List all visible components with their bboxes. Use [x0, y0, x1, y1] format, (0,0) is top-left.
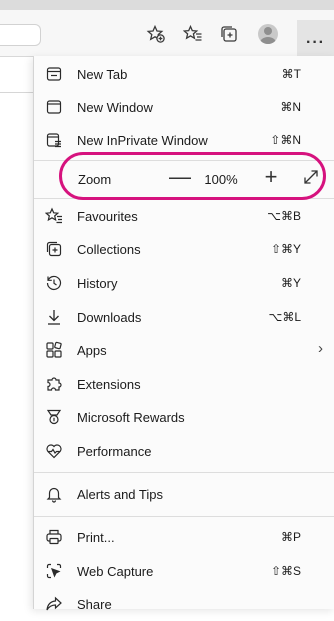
shortcut-label: ⌘T	[281, 67, 301, 81]
menu-item-label: Microsoft Rewards	[77, 410, 185, 425]
menu-item-label: New InPrivate Window	[77, 133, 208, 148]
shortcut-label: ⌘Y	[280, 276, 301, 290]
menu-item-label: Extensions	[77, 377, 141, 392]
menu-item-new-window[interactable]: New Window ⌘N	[34, 91, 334, 124]
performance-icon	[44, 441, 64, 461]
menu-item-microsoft-rewards[interactable]: Microsoft Rewards	[34, 401, 334, 434]
menu-item-favourites[interactable]: Favourites ⌥⌘B	[34, 200, 334, 233]
settings-menu: New Tab ⌘T New Window ⌘N New InPrivate W…	[33, 56, 334, 612]
menu-item-label: Print...	[77, 530, 115, 545]
window-top-band	[0, 0, 334, 10]
menu-item-extensions[interactable]: Extensions	[34, 368, 334, 401]
menu-item-performance[interactable]: Performance	[34, 435, 334, 468]
fullscreen-icon[interactable]	[299, 165, 323, 189]
menu-divider	[34, 198, 334, 199]
menu-item-label: Downloads	[77, 310, 142, 325]
share-icon	[44, 594, 64, 614]
chevron-right-icon: ›	[318, 340, 323, 357]
apps-icon	[44, 340, 64, 360]
menu-item-label: Favourites	[77, 209, 138, 224]
menu-item-apps[interactable]: Apps ›	[34, 334, 334, 367]
favourites-icon	[44, 206, 64, 226]
menu-divider	[34, 472, 334, 473]
shortcut-label: ⌥⌘B	[267, 209, 301, 223]
menu-item-downloads[interactable]: Downloads ⌥⌘L	[34, 301, 334, 334]
menu-item-label: Web Capture	[77, 564, 154, 579]
web-capture-icon	[44, 561, 64, 581]
menu-item-collections[interactable]: Collections ⇧⌘Y	[34, 233, 334, 266]
menu-item-label: Collections	[77, 242, 141, 257]
menu-item-label: Apps	[77, 343, 107, 358]
add-favorite-icon[interactable]	[145, 23, 167, 45]
zoom-label: Zoom	[78, 172, 112, 187]
zoom-out-button[interactable]: —	[165, 160, 195, 194]
menu-item-new-inprivate-window[interactable]: New InPrivate Window ⇧⌘N	[34, 124, 334, 157]
menu-item-alerts-and-tips[interactable]: Alerts and Tips	[34, 478, 334, 511]
zoom-in-button[interactable]: +	[256, 160, 286, 194]
shortcut-label: ⇧⌘S	[270, 564, 301, 578]
collections-icon	[44, 239, 64, 259]
menu-item-label: Share	[77, 597, 112, 612]
collections-icon[interactable]	[218, 23, 240, 45]
history-icon	[44, 273, 64, 293]
printer-icon	[44, 527, 64, 547]
menu-divider	[34, 516, 334, 517]
shortcut-label: ⇧⌘Y	[270, 242, 301, 256]
menu-item-new-tab[interactable]: New Tab ⌘T	[34, 58, 334, 91]
bell-icon	[44, 484, 64, 504]
menu-item-label: New Tab	[77, 67, 128, 82]
shortcut-label: ⌥⌘L	[268, 310, 301, 324]
menu-item-print[interactable]: Print... ⌘P	[34, 521, 334, 554]
address-bar[interactable]	[0, 24, 41, 46]
zoom-level: 100%	[204, 172, 238, 187]
new-window-icon	[44, 97, 64, 117]
download-icon	[44, 307, 64, 327]
shortcut-label: ⌘N	[280, 100, 301, 114]
menu-item-label: History	[77, 276, 118, 291]
extensions-icon	[44, 374, 64, 394]
inprivate-icon	[44, 130, 64, 150]
menu-item-share[interactable]: Share	[34, 588, 334, 621]
browser-toolbar: ···	[0, 10, 334, 66]
menu-item-web-capture[interactable]: Web Capture ⇧⌘S	[34, 555, 334, 588]
rewards-icon	[44, 407, 64, 427]
menu-item-history[interactable]: History ⌘Y	[34, 267, 334, 300]
menu-item-label: Performance	[77, 444, 152, 459]
menu-item-label: New Window	[77, 100, 153, 115]
favorites-icon[interactable]	[182, 23, 204, 45]
shortcut-label: ⌘P	[280, 530, 301, 544]
new-tab-icon	[44, 64, 64, 84]
shortcut-label: ⇧⌘N	[270, 133, 301, 147]
profile-avatar[interactable]	[258, 24, 278, 44]
menu-item-label: Alerts and Tips	[77, 487, 163, 502]
